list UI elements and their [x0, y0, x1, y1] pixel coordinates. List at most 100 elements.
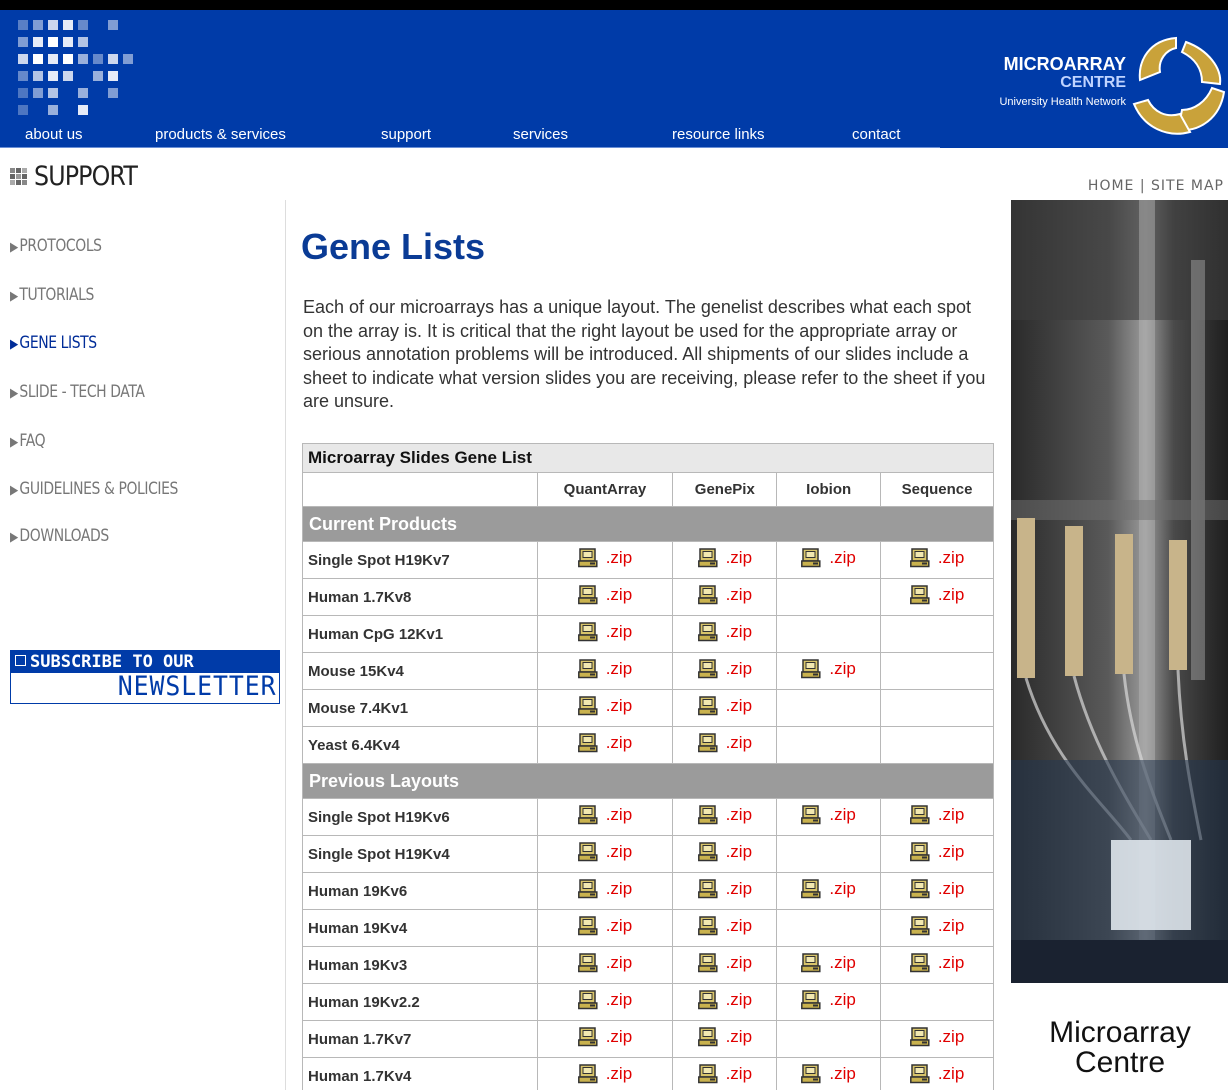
nav-products-services[interactable]: products & services: [155, 126, 286, 143]
file-cell-iobion: .zip: [776, 983, 882, 1021]
zip-download-link-quantarray[interactable]: .zip: [577, 696, 632, 716]
zip-download-link-genepix[interactable]: .zip: [697, 1064, 752, 1084]
logo-pixel: [108, 54, 118, 64]
zip-download-link-genepix[interactable]: .zip: [697, 696, 752, 716]
sidebar-item-guidelines-policies[interactable]: ▶GUIDELINES & POLICIES: [10, 479, 178, 499]
nav-support[interactable]: support: [381, 126, 431, 143]
zip-download-link-iobion[interactable]: .zip: [801, 1064, 856, 1084]
zip-download-link-sequence[interactable]: .zip: [909, 879, 964, 899]
triangle-right-icon: ▶: [10, 386, 18, 401]
sidebar-item-gene-lists[interactable]: ▶GENE LISTS: [10, 333, 97, 353]
column-header-sequence: Sequence: [880, 472, 994, 507]
zip-download-link-genepix[interactable]: .zip: [697, 879, 752, 899]
newsletter-top-bar: SUBSCRIBE TO OUR: [11, 651, 279, 673]
zip-download-link-quantarray[interactable]: .zip: [577, 659, 632, 679]
zip-download-link-sequence[interactable]: .zip: [909, 1064, 964, 1084]
nav-contact[interactable]: contact: [852, 126, 900, 143]
site-map-link[interactable]: SITE MAP: [1151, 178, 1224, 194]
file-cell-quantarray: .zip: [536, 615, 674, 653]
table-row: Single Spot H19Kv7 .zip .zip .zip .zip: [302, 541, 994, 579]
table-caption: Microarray Slides Gene List: [302, 443, 994, 473]
table-row: Human 19Kv3 .zip .zip .zip .zip: [302, 946, 994, 984]
zip-download-link-iobion[interactable]: .zip: [801, 953, 856, 973]
zip-download-link-quantarray[interactable]: .zip: [577, 733, 632, 753]
zip-link-text: .zip: [725, 733, 753, 752]
computer-download-icon: [697, 1027, 718, 1047]
file-cell-quantarray: .zip: [536, 726, 674, 764]
zip-download-link-genepix[interactable]: .zip: [697, 1027, 752, 1047]
zip-download-link-quantarray[interactable]: .zip: [577, 1064, 633, 1084]
newsletter-subscribe-banner[interactable]: SUBSCRIBE TO OUR NEWSLETTER: [10, 650, 280, 704]
zip-download-link-iobion[interactable]: .zip: [801, 879, 856, 899]
zip-download-link-quantarray[interactable]: .zip: [577, 622, 632, 642]
zip-link-text: .zip: [605, 1064, 633, 1083]
zip-download-link-genepix[interactable]: .zip: [697, 842, 752, 862]
zip-download-link-sequence[interactable]: .zip: [909, 805, 964, 825]
file-cell-genepix: .zip: [672, 578, 778, 616]
computer-download-icon: [577, 879, 598, 899]
home-link[interactable]: HOME: [1088, 178, 1134, 194]
computer-download-icon: [577, 585, 598, 605]
zip-download-link-sequence[interactable]: .zip: [909, 1027, 964, 1047]
file-cell-quantarray: .zip: [536, 909, 674, 947]
file-cell-quantarray: .zip: [536, 946, 674, 984]
zip-link-text: .zip: [605, 842, 633, 861]
computer-download-icon: [801, 953, 821, 973]
computer-download-icon: [909, 1064, 930, 1084]
zip-download-link-quantarray[interactable]: .zip: [577, 916, 632, 936]
computer-download-icon: [801, 805, 821, 825]
zip-download-link-quantarray[interactable]: .zip: [577, 805, 632, 825]
brand-subname: CENTRE: [1060, 74, 1126, 91]
sidebar-item-label: DOWNLOADS: [19, 526, 109, 546]
sidebar-item-tutorials[interactable]: ▶TUTORIALS: [10, 285, 94, 305]
zip-download-link-genepix[interactable]: .zip: [697, 622, 752, 642]
zip-download-link-genepix[interactable]: .zip: [697, 916, 752, 936]
file-cell-iobion: .zip: [776, 652, 882, 690]
zip-download-link-genepix[interactable]: .zip: [697, 805, 753, 825]
sidebar-item-downloads[interactable]: ▶DOWNLOADS: [10, 526, 109, 546]
sidebar-item-faq[interactable]: ▶FAQ: [10, 431, 46, 451]
zip-download-link-genepix[interactable]: .zip: [697, 733, 753, 753]
sidebar-item-slide-tech-data[interactable]: ▶SLIDE - TECH DATA: [10, 382, 145, 402]
zip-download-link-genepix[interactable]: .zip: [697, 548, 752, 568]
zip-download-link-quantarray[interactable]: .zip: [577, 879, 632, 899]
zip-download-link-genepix[interactable]: .zip: [697, 990, 752, 1010]
zip-download-link-quantarray[interactable]: .zip: [577, 990, 632, 1010]
pixel-grid-logo[interactable]: [18, 20, 138, 124]
zip-download-link-genepix[interactable]: .zip: [697, 659, 752, 679]
zip-download-link-iobion[interactable]: .zip: [801, 659, 856, 679]
checkbox-square-icon: [15, 654, 26, 666]
zip-download-link-quantarray[interactable]: .zip: [577, 1027, 633, 1047]
zip-link-text: .zip: [605, 1027, 633, 1046]
zip-download-link-quantarray[interactable]: .zip: [577, 548, 632, 568]
file-cell-quantarray: .zip: [536, 652, 674, 690]
zip-download-link-sequence[interactable]: .zip: [909, 548, 964, 568]
zip-download-link-quantarray[interactable]: .zip: [577, 953, 632, 973]
logo-pixel: [78, 88, 88, 98]
file-cell-iobion: [776, 726, 882, 764]
brand-wordmark[interactable]: MICROARRAY CENTRE University Health Netw…: [920, 54, 1132, 124]
zip-download-link-iobion[interactable]: .zip: [801, 805, 856, 825]
zip-download-link-sequence[interactable]: .zip: [909, 842, 964, 862]
zip-download-link-sequence[interactable]: .zip: [909, 585, 964, 605]
sidebar-item-protocols[interactable]: ▶PROTOCOLS: [10, 236, 102, 256]
nav-about-us[interactable]: about us: [25, 126, 83, 143]
file-cell-sequence: .zip: [880, 835, 994, 873]
zip-download-link-genepix[interactable]: .zip: [697, 953, 752, 973]
nav-services[interactable]: services: [513, 126, 568, 143]
nav-resource-links[interactable]: resource links: [672, 126, 765, 143]
file-cell-iobion: [776, 835, 882, 873]
layout-name: Single Spot H19Kv4: [302, 835, 538, 873]
file-cell-genepix: .zip: [672, 652, 778, 690]
zip-download-link-sequence[interactable]: .zip: [909, 953, 964, 973]
zip-download-link-sequence[interactable]: .zip: [909, 916, 964, 936]
file-cell-genepix: .zip: [672, 983, 778, 1021]
zip-download-link-genepix[interactable]: .zip: [697, 585, 752, 605]
zip-link-text: .zip: [725, 805, 753, 824]
swirl-logo-icon[interactable]: [1120, 32, 1228, 144]
zip-download-link-quantarray[interactable]: .zip: [577, 842, 633, 862]
zip-download-link-quantarray[interactable]: .zip: [577, 585, 632, 605]
zip-download-link-iobion[interactable]: .zip: [801, 548, 856, 568]
computer-download-icon: [909, 916, 930, 936]
zip-download-link-iobion[interactable]: .zip: [801, 990, 856, 1010]
